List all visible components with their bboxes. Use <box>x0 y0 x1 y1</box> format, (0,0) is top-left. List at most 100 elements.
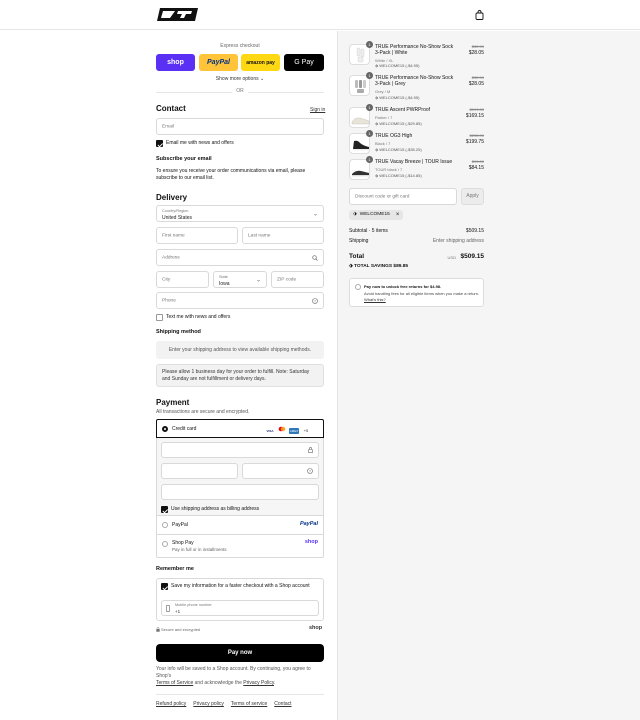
last-name-placeholder: Last name <box>248 233 271 238</box>
shop-pay-button[interactable]: shop <box>156 54 195 71</box>
mobile-phone-input[interactable]: Mobile phone number +1 <box>161 600 319 616</box>
privacy-policy-link[interactable]: Privacy Policy <box>243 680 274 686</box>
paypal-button[interactable]: PayPal <box>199 54 238 71</box>
product-price: $28.05 <box>468 50 484 56</box>
subscribe-title: Subscribe your email <box>156 156 212 162</box>
state-select[interactable]: State Iowa ⌄ <box>213 271 267 288</box>
product-old-price: $32.99 <box>471 75 484 80</box>
terms-of-service-footer-link[interactable]: Terms of service <box>231 701 267 707</box>
sms-checkbox[interactable] <box>156 314 163 321</box>
free-returns-title: Pay now to unlock free returns for $4.98… <box>364 284 442 289</box>
free-returns-radio[interactable] <box>355 284 361 290</box>
product-discount-text: WELCOME15 (-$4.95) <box>379 95 420 100</box>
tag-icon: ⬗ <box>375 147 379 152</box>
product-price: $28.05 <box>468 81 484 87</box>
shipping-method-title: Shipping method <box>156 329 201 335</box>
apply-button[interactable]: Apply <box>461 188 484 205</box>
product-old-price: $99.00 <box>471 159 484 164</box>
product-discount: ⬗ WELCOME15 (-$4.95) <box>375 95 419 100</box>
paypal-radio[interactable] <box>162 522 168 528</box>
sign-in-link[interactable]: Sign in <box>310 107 325 113</box>
bag-icon[interactable] <box>475 10 484 20</box>
save-info-checkbox[interactable] <box>161 583 168 590</box>
country-select[interactable]: Country/Region United States ⌄ <box>156 205 324 222</box>
product-discount: ⬗ WELCOME15 (-$14.85) <box>375 173 422 178</box>
quantity-badge: 1 <box>366 130 373 137</box>
credit-card-option[interactable]: Credit card VISA AMEX +5 <box>156 419 324 438</box>
product-old-price: $199.00 <box>469 107 484 112</box>
shoe-image-icon <box>351 117 370 125</box>
brand-logo[interactable] <box>157 8 198 21</box>
mobile-icon <box>166 605 170 612</box>
amazon-pay-button[interactable]: amazon pay <box>241 54 280 71</box>
quantity-badge: 1 <box>366 72 373 79</box>
shop-pay-option[interactable]: Shop Pay Pay in full or in installments … <box>156 535 324 558</box>
credit-card-radio[interactable] <box>162 426 168 432</box>
tag-icon: ⬗ <box>349 264 353 269</box>
zip-placeholder: ZIP code <box>277 277 297 282</box>
security-code-input[interactable]: ? <box>242 463 319 479</box>
terms-of-service-link[interactable]: Terms of Service <box>156 680 193 686</box>
or-label: OR <box>232 88 248 94</box>
footer-links: Refund policy Privacy policy Terms of serv… <box>156 701 299 707</box>
card-brand-icons: VISA AMEX +5 <box>263 426 311 434</box>
city-input[interactable]: City <box>156 271 209 288</box>
total-row: Total USD $509.15 <box>349 253 484 260</box>
chevron-down-icon: ⌄ <box>260 76 265 82</box>
phone-input[interactable]: Phone ? <box>156 292 324 309</box>
lock-icon <box>156 627 160 632</box>
billing-checkbox[interactable] <box>161 506 168 513</box>
first-name-input[interactable]: First name <box>156 227 238 244</box>
country-value: United States <box>162 215 193 221</box>
terms-and: and acknowledge the <box>194 680 242 686</box>
total-value: $509.15 <box>460 253 485 260</box>
email-input[interactable]: Email <box>156 118 324 135</box>
savings-row: ⬗ TOTAL SAVINGS $89.85 <box>349 264 484 269</box>
address-input[interactable]: Address <box>156 249 324 266</box>
paypal-option-label: PayPal <box>172 522 188 528</box>
google-pay-label: G Pay <box>294 59 314 66</box>
tag-icon: ⬗ <box>375 63 379 68</box>
google-pay-button[interactable]: G Pay <box>284 54 324 71</box>
header <box>0 0 640 30</box>
product-name: TRUE Ascent PWRProof <box>375 107 431 113</box>
name-on-card-input[interactable] <box>161 484 319 500</box>
svg-text:?: ? <box>314 299 316 303</box>
product-price: $84.15 <box>468 165 484 171</box>
product-item: 1 TRUE OG3 High Black / 7 ⬗ WELCOME15 (-… <box>349 130 484 157</box>
country-label: Country/Region <box>162 209 189 213</box>
terms-end: . <box>274 680 276 686</box>
shop-pay-subtext: Pay in full or in installments <box>172 547 227 552</box>
state-value: Iowa <box>219 281 230 287</box>
contact-title: Contact <box>156 104 186 113</box>
subtotal-value: $509.15 <box>465 228 484 234</box>
product-variant: Parker / 7 <box>375 115 393 120</box>
show-more-options[interactable]: Show more options ⌄ <box>156 76 324 82</box>
shop-pay-option-label: Shop Pay <box>172 540 194 546</box>
news-checkbox[interactable] <box>156 140 163 147</box>
help-icon[interactable]: ? <box>307 468 313 474</box>
shop-pay-label: shop <box>167 59 184 66</box>
mobile-label: Mobile phone number <box>175 603 212 607</box>
payment-subtitle: All transactions are secure and encrypte… <box>156 409 250 415</box>
shop-pay-radio[interactable] <box>162 541 168 547</box>
expiry-input[interactable] <box>161 463 238 479</box>
refund-policy-link[interactable]: Refund policy <box>156 701 186 707</box>
last-name-input[interactable]: Last name <box>242 227 324 244</box>
paypal-option[interactable]: PayPal PayPal <box>156 516 324 535</box>
pay-now-button[interactable]: Pay now <box>156 644 324 662</box>
help-icon[interactable]: ? <box>312 297 318 304</box>
discount-code-input[interactable]: Discount code or gift card <box>349 188 457 205</box>
sock-image-icon <box>355 80 366 93</box>
whats-this-link[interactable]: What's this? <box>364 297 386 302</box>
shipping-row: Shipping Enter shipping address <box>349 238 484 244</box>
tag-icon: ⬗ <box>375 95 379 100</box>
product-discount: ⬗ WELCOME15 (-$35.25) <box>375 147 422 152</box>
card-number-input[interactable] <box>161 442 319 458</box>
zip-input[interactable]: ZIP code <box>271 271 324 288</box>
contact-link[interactable]: Contact <box>274 701 291 707</box>
subtotal-row: Subtotal · 5 items $509.15 <box>349 228 484 234</box>
privacy-policy-footer-link[interactable]: Privacy policy <box>193 701 224 707</box>
product-thumbnail: 1 <box>349 72 373 96</box>
close-icon[interactable]: × <box>396 210 400 220</box>
